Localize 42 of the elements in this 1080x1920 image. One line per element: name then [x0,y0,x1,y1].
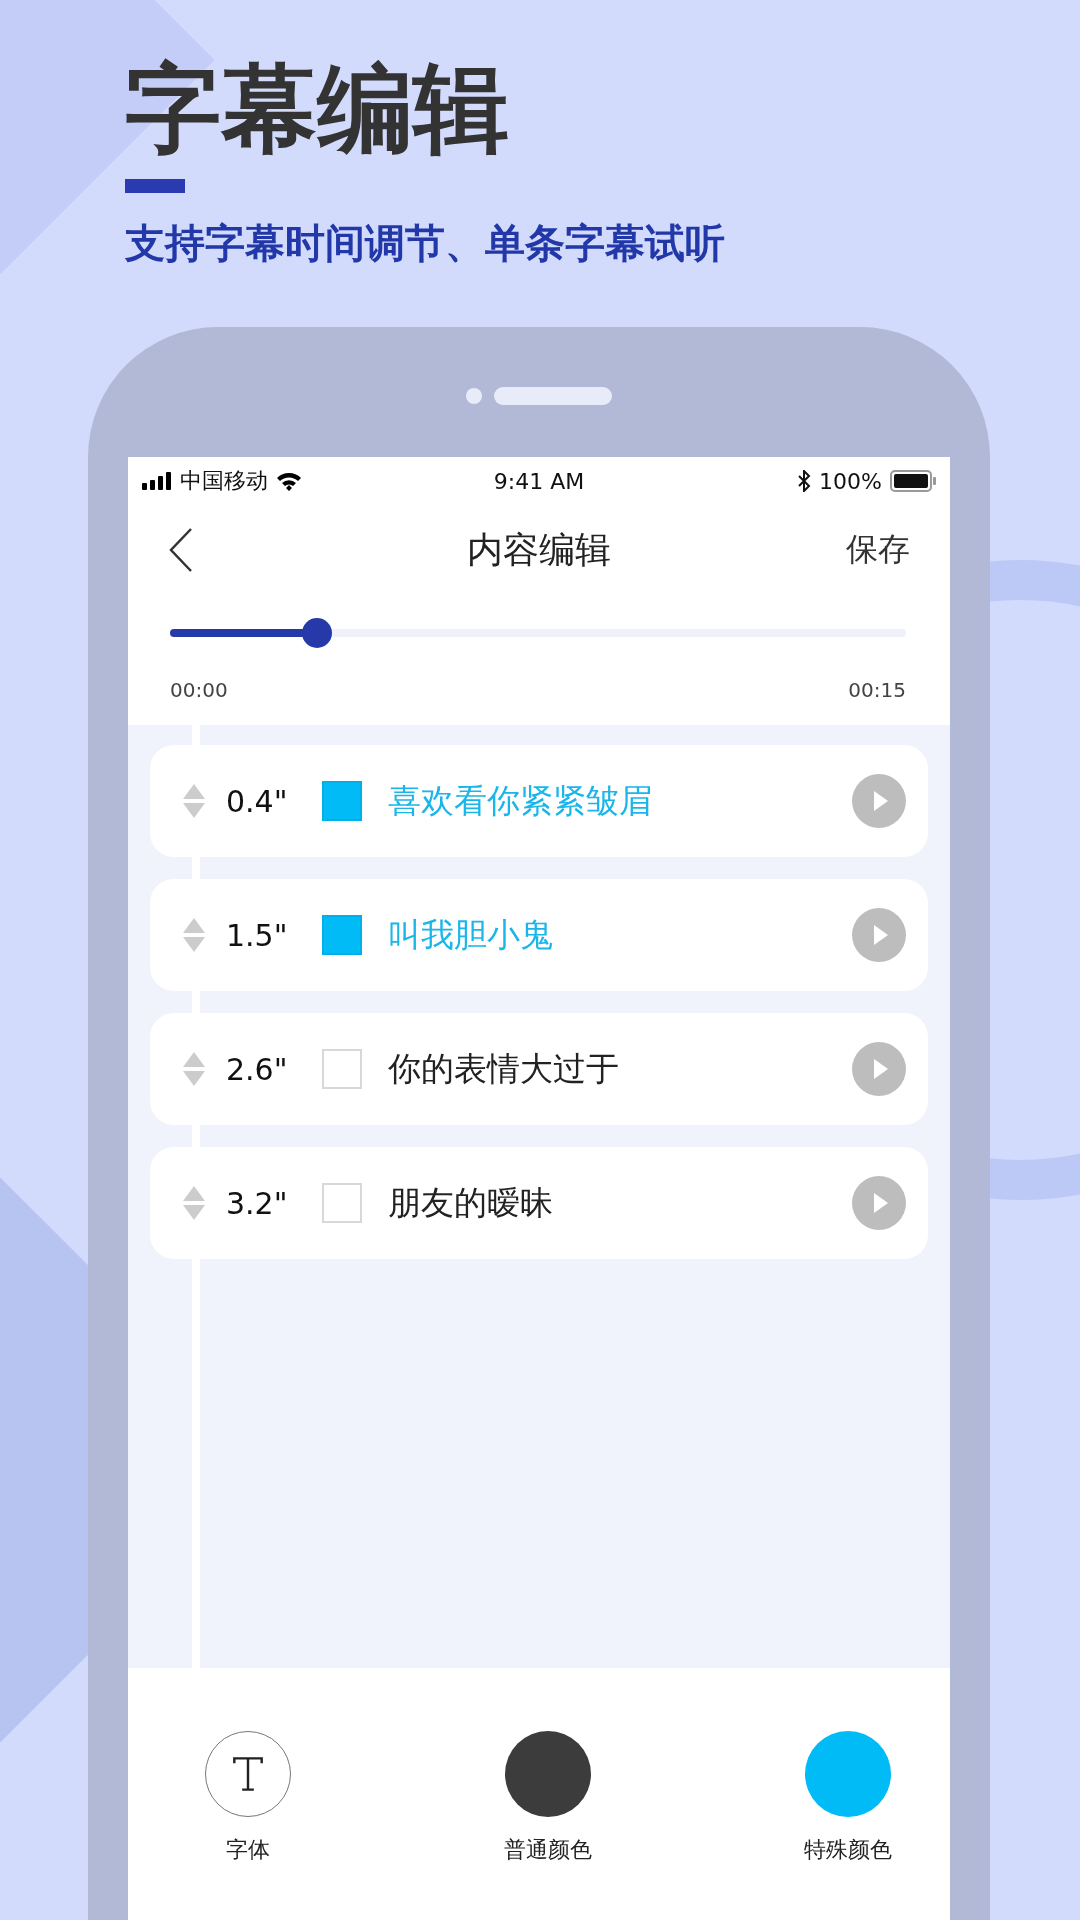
sort-icon[interactable] [182,1051,206,1087]
subtitle-text: 你的表情大过于 [388,1047,620,1090]
back-icon[interactable] [168,527,194,573]
subtitle-text: 朋友的暧昧 [388,1181,554,1224]
checkbox[interactable] [322,1049,362,1089]
wifi-icon [276,471,302,491]
duration: 0.4" [226,783,289,819]
signal-icon [142,472,172,490]
battery-icon [890,470,936,492]
save-button[interactable]: 保存 [846,528,910,572]
subtitle-text: 叫我胆小鬼 [388,913,554,956]
checkbox[interactable] [322,781,362,821]
play-icon[interactable] [852,908,906,962]
carrier-name: 中国移动 [180,467,268,495]
checkbox[interactable] [322,1183,362,1223]
play-icon[interactable] [852,1042,906,1096]
tool-button[interactable]: 特殊颜色 [778,1731,918,1865]
sort-icon[interactable] [182,917,206,953]
duration: 2.6" [226,1051,289,1087]
bluetooth-icon [797,470,812,492]
start-time: 00:00 [170,678,228,702]
tool-button[interactable]: 普通颜色 [478,1731,618,1865]
speaker-icon [494,387,612,405]
promo-title: 字幕编辑 [125,52,510,167]
progress-slider[interactable] [170,618,906,648]
camera-icon [466,388,482,404]
play-icon[interactable] [852,1176,906,1230]
tool-button[interactable]: 字体 [178,1731,318,1865]
end-time: 00:15 [848,678,906,702]
promo-subtitle: 支持字幕时间调节、单条字幕试听 [125,219,726,269]
subtitle-text: 喜欢看你紧紧皱眉 [388,779,653,822]
screen-title: 内容编辑 [467,528,611,570]
battery-percent: 100% [819,468,882,494]
sort-icon[interactable] [182,783,206,819]
sort-icon[interactable] [182,1185,206,1221]
accent-bar [125,179,185,194]
play-icon[interactable] [852,774,906,828]
duration: 3.2" [226,1185,289,1221]
checkbox[interactable] [322,915,362,955]
status-time: 9:41 AM [493,468,585,494]
duration: 1.5" [226,917,289,953]
slider-thumb[interactable] [302,618,333,648]
